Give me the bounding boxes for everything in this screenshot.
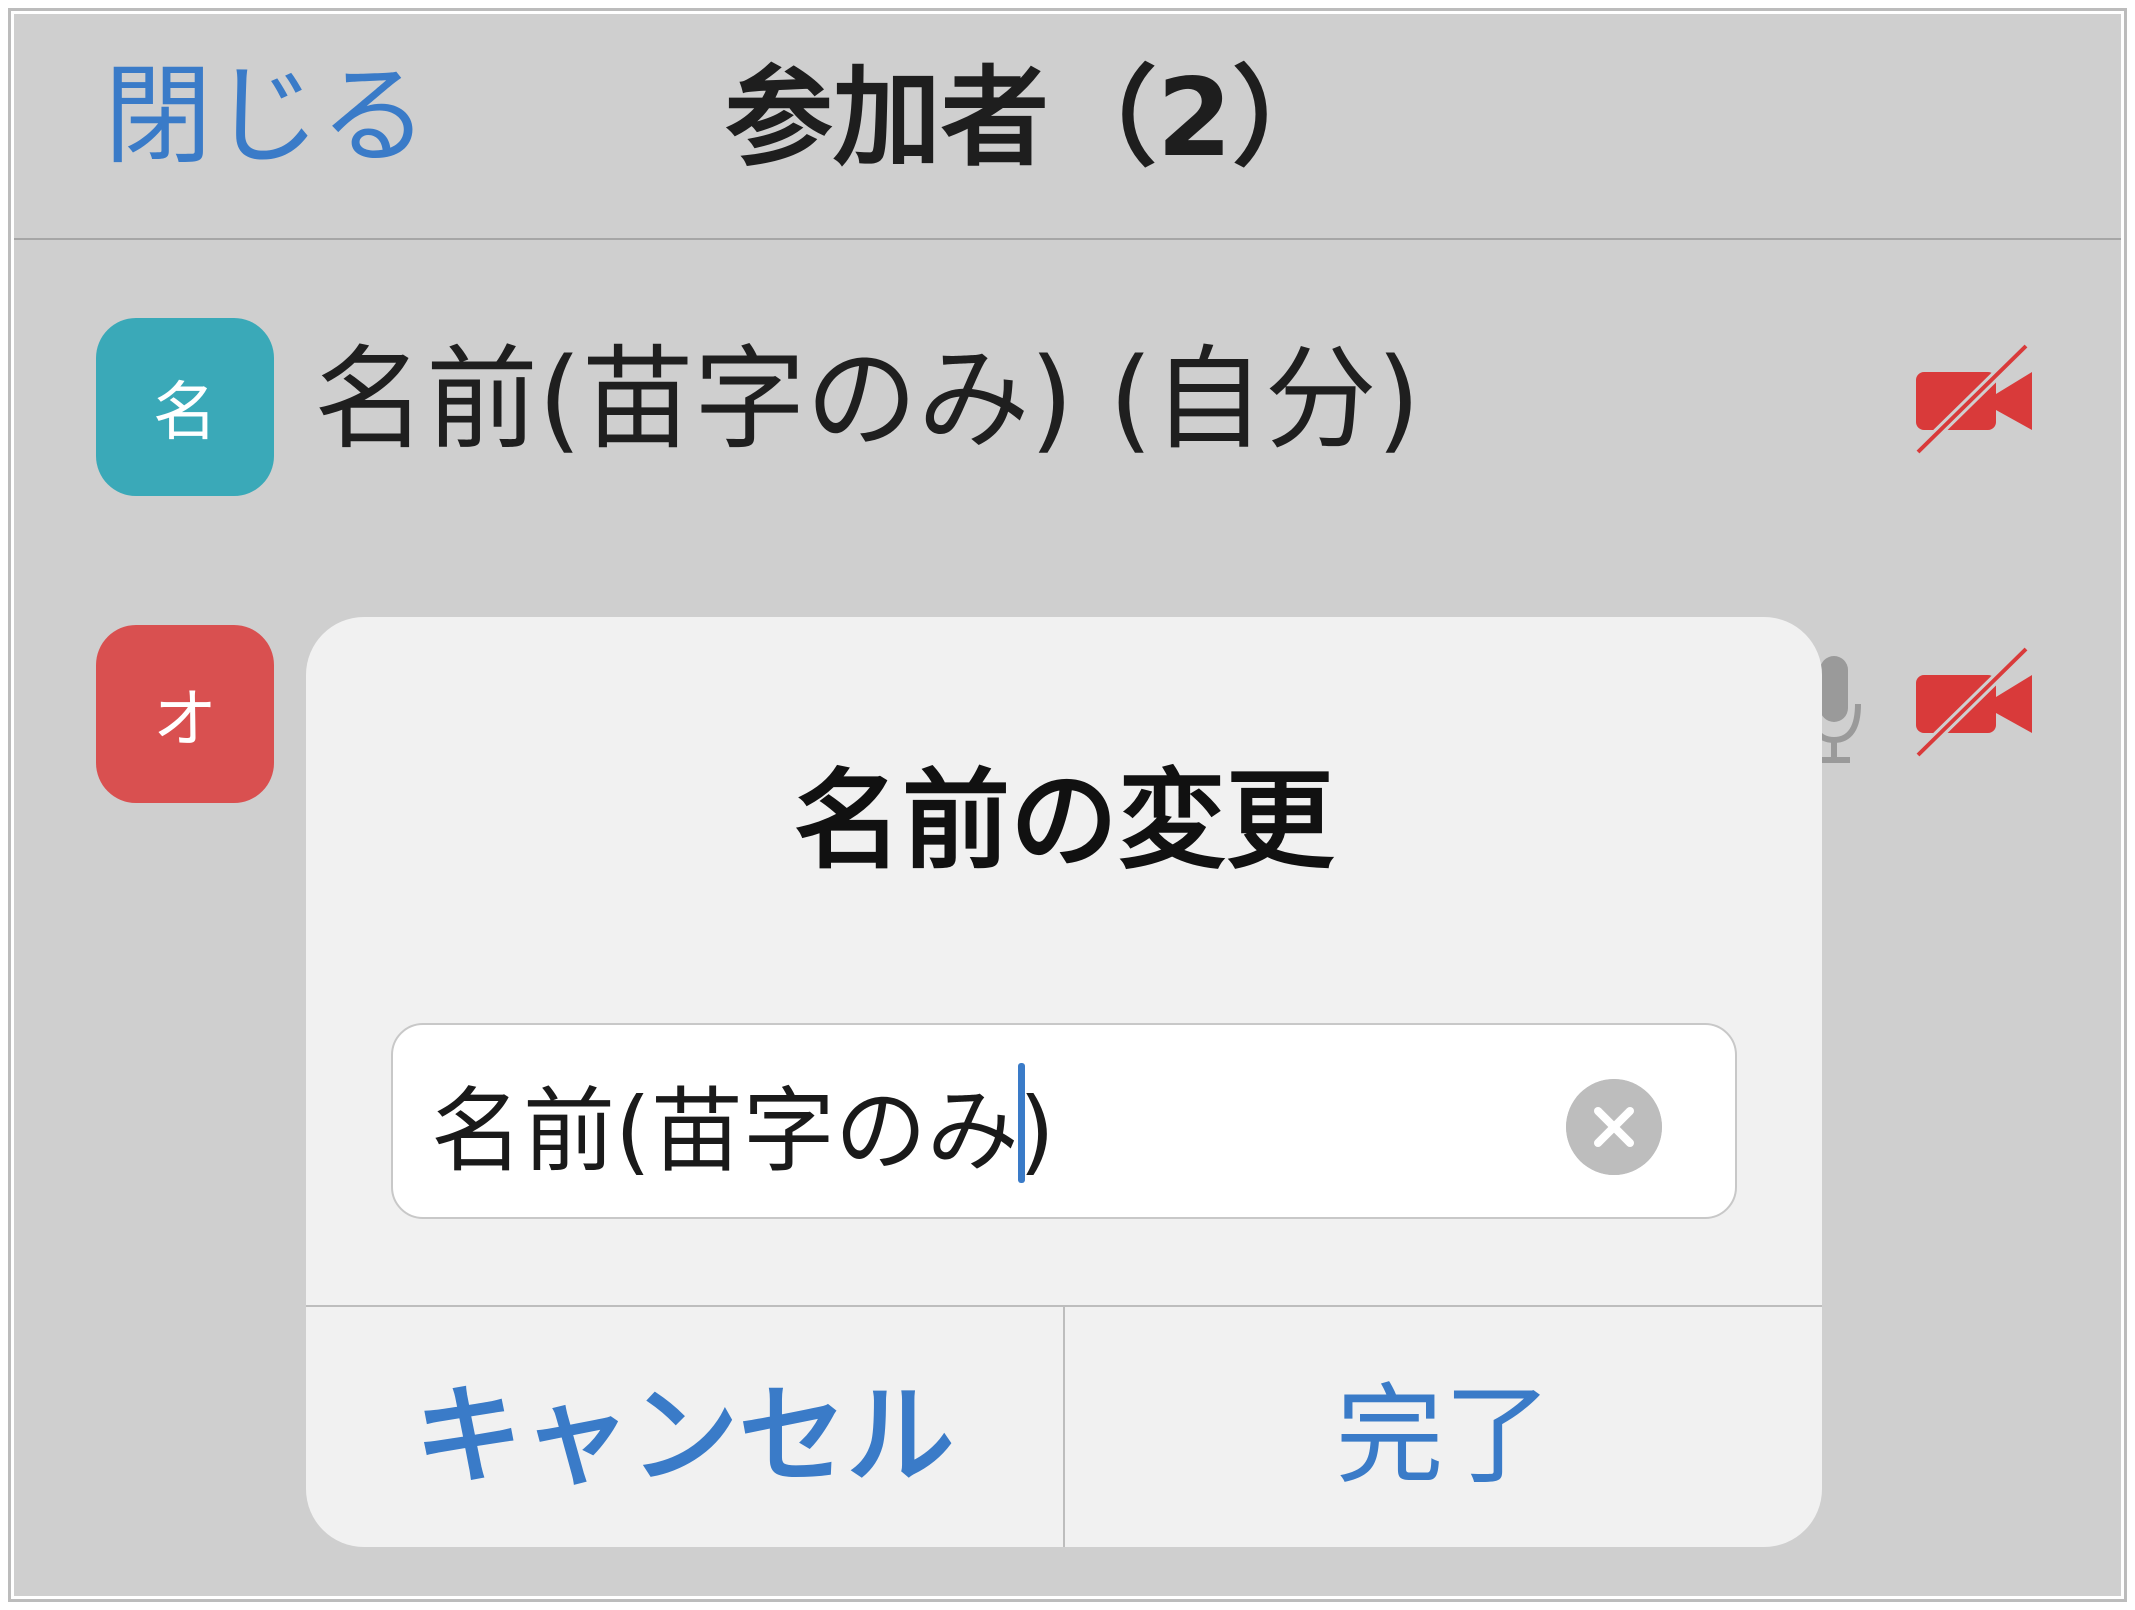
participant-name: 名前(苗字のみ) (自分) xyxy=(314,335,1421,465)
avatar: 名 xyxy=(96,318,274,496)
clear-icon[interactable] xyxy=(1566,1079,1662,1175)
participants-screen: 閉じる 参加者（2） 名 名前(苗字のみ) (自分) オ 名前の変更 名前(苗字… xyxy=(14,14,2121,1596)
page-title: 参加者（2） xyxy=(724,56,1341,181)
avatar: オ xyxy=(96,625,274,803)
participant-row[interactable]: 名 名前(苗字のみ) (自分) xyxy=(14,240,2121,496)
video-off-icon[interactable] xyxy=(1914,344,2034,454)
text-cursor xyxy=(1018,1063,1025,1183)
name-input[interactable] xyxy=(431,1055,1531,1191)
done-button[interactable]: 完了 xyxy=(1065,1307,1822,1547)
dialog-title: 名前の変更 xyxy=(793,759,1334,884)
name-field[interactable] xyxy=(391,1023,1737,1219)
header: 閉じる 参加者（2） xyxy=(14,14,2121,240)
cancel-button[interactable]: キャンセル xyxy=(306,1307,1063,1547)
rename-dialog: 名前の変更 キャンセル 完了 xyxy=(306,617,1822,1547)
video-off-icon[interactable] xyxy=(1914,647,2034,757)
